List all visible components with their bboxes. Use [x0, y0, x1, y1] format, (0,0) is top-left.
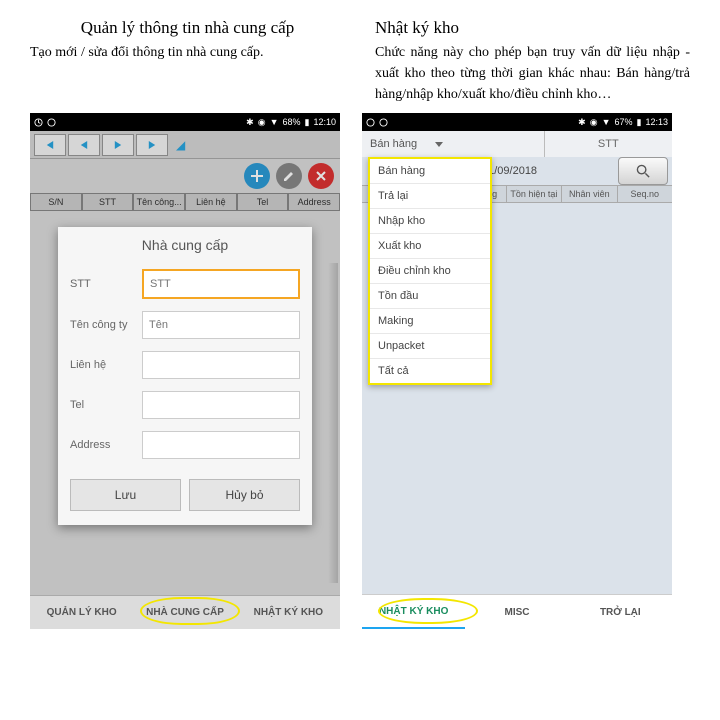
search-icon [636, 164, 651, 179]
left-desc: Tạo mới / sửa đổi thông tin nhà cung cấp… [30, 42, 345, 63]
hdr-stock: Tồn hiện tại [507, 186, 562, 202]
input-tel[interactable] [142, 391, 300, 419]
label-contact: Liên hệ [70, 359, 142, 371]
label-company: Tên công ty [70, 319, 142, 331]
label-tel: Tel [70, 399, 142, 411]
dd-item[interactable]: Unpacket [370, 334, 490, 359]
label-stt: STT [70, 278, 142, 290]
dd-item[interactable]: Nhập kho [370, 209, 490, 234]
wifi-icon: ◉ [590, 117, 598, 128]
label-address: Address [70, 439, 142, 451]
type-dropdown: Bán hàng Trả lại Nhập kho Xuất kho Điều … [368, 157, 492, 385]
screenshot-supplier: ✱ ◉ ▼ 68% ▮ 12:10 ◢ S/N [30, 113, 340, 629]
battery-text: 67% [615, 117, 633, 127]
dialog-title: Nhà cung cấp [58, 227, 312, 263]
type-select[interactable]: Bán hàng [362, 131, 545, 157]
sync-icon [366, 118, 375, 127]
tab-log[interactable]: NHẬT KÝ KHO [237, 595, 340, 629]
status-bar: ✱ ◉ ▼ 67% ▮ 12:13 [362, 113, 672, 131]
signal-icon: ▼ [602, 117, 611, 127]
bluetooth-icon: ✱ [578, 117, 586, 128]
battery-icon: ▮ [305, 117, 310, 128]
dd-item[interactable]: Tồn đầu [370, 284, 490, 309]
battery-icon: ▮ [637, 117, 642, 128]
battery-text: 68% [283, 117, 301, 127]
dd-item[interactable]: Tất cả [370, 359, 490, 383]
signal-icon: ▼ [270, 117, 279, 127]
right-title: Nhật ký kho [375, 18, 690, 38]
status-bar: ✱ ◉ ▼ 68% ▮ 12:10 [30, 113, 340, 131]
bluetooth-icon: ✱ [246, 117, 254, 128]
hdr-seq: Seq.no [618, 186, 672, 202]
dd-item[interactable]: Trả lại [370, 184, 490, 209]
cancel-button[interactable]: Hủy bỏ [189, 479, 300, 511]
save-button[interactable]: Lưu [70, 479, 181, 511]
dd-item[interactable]: Xuất kho [370, 234, 490, 259]
screenshot-log: ✱ ◉ ▼ 67% ▮ 12:13 Bán hàng STT 21/09/201… [362, 113, 672, 629]
input-stt[interactable] [142, 269, 300, 299]
shadow [328, 263, 338, 583]
hdr-staff: Nhân viên [562, 186, 617, 202]
input-contact[interactable] [142, 351, 300, 379]
tab-back[interactable]: TRỞ LẠI [569, 595, 672, 629]
tab-supplier[interactable]: NHÀ CUNG CẤP [133, 595, 236, 629]
stt-label: STT [545, 131, 672, 157]
supplier-dialog: Nhà cung cấp STT Tên công ty Liên hệ Tel… [58, 227, 312, 525]
left-title: Quản lý thông tin nhà cung cấp [30, 18, 345, 38]
tab-warehouse[interactable]: QUẢN LÝ KHO [30, 595, 133, 629]
status-time: 12:10 [313, 117, 336, 127]
sync-icon [47, 118, 56, 127]
tab-log[interactable]: NHẬT KÝ KHO [362, 595, 465, 629]
dd-item[interactable]: Making [370, 309, 490, 334]
input-company[interactable] [142, 311, 300, 339]
status-time: 12:13 [645, 117, 668, 127]
tab-misc[interactable]: MISC [465, 595, 568, 629]
search-button[interactable] [618, 157, 668, 185]
right-desc: Chức năng này cho phép bạn truy vấn dữ l… [375, 42, 690, 105]
dd-item[interactable]: Bán hàng [370, 159, 490, 184]
wifi-icon: ◉ [258, 117, 266, 128]
sync-icon [34, 118, 43, 127]
input-address[interactable] [142, 431, 300, 459]
dd-item[interactable]: Điều chỉnh kho [370, 259, 490, 284]
sync-icon [379, 118, 388, 127]
